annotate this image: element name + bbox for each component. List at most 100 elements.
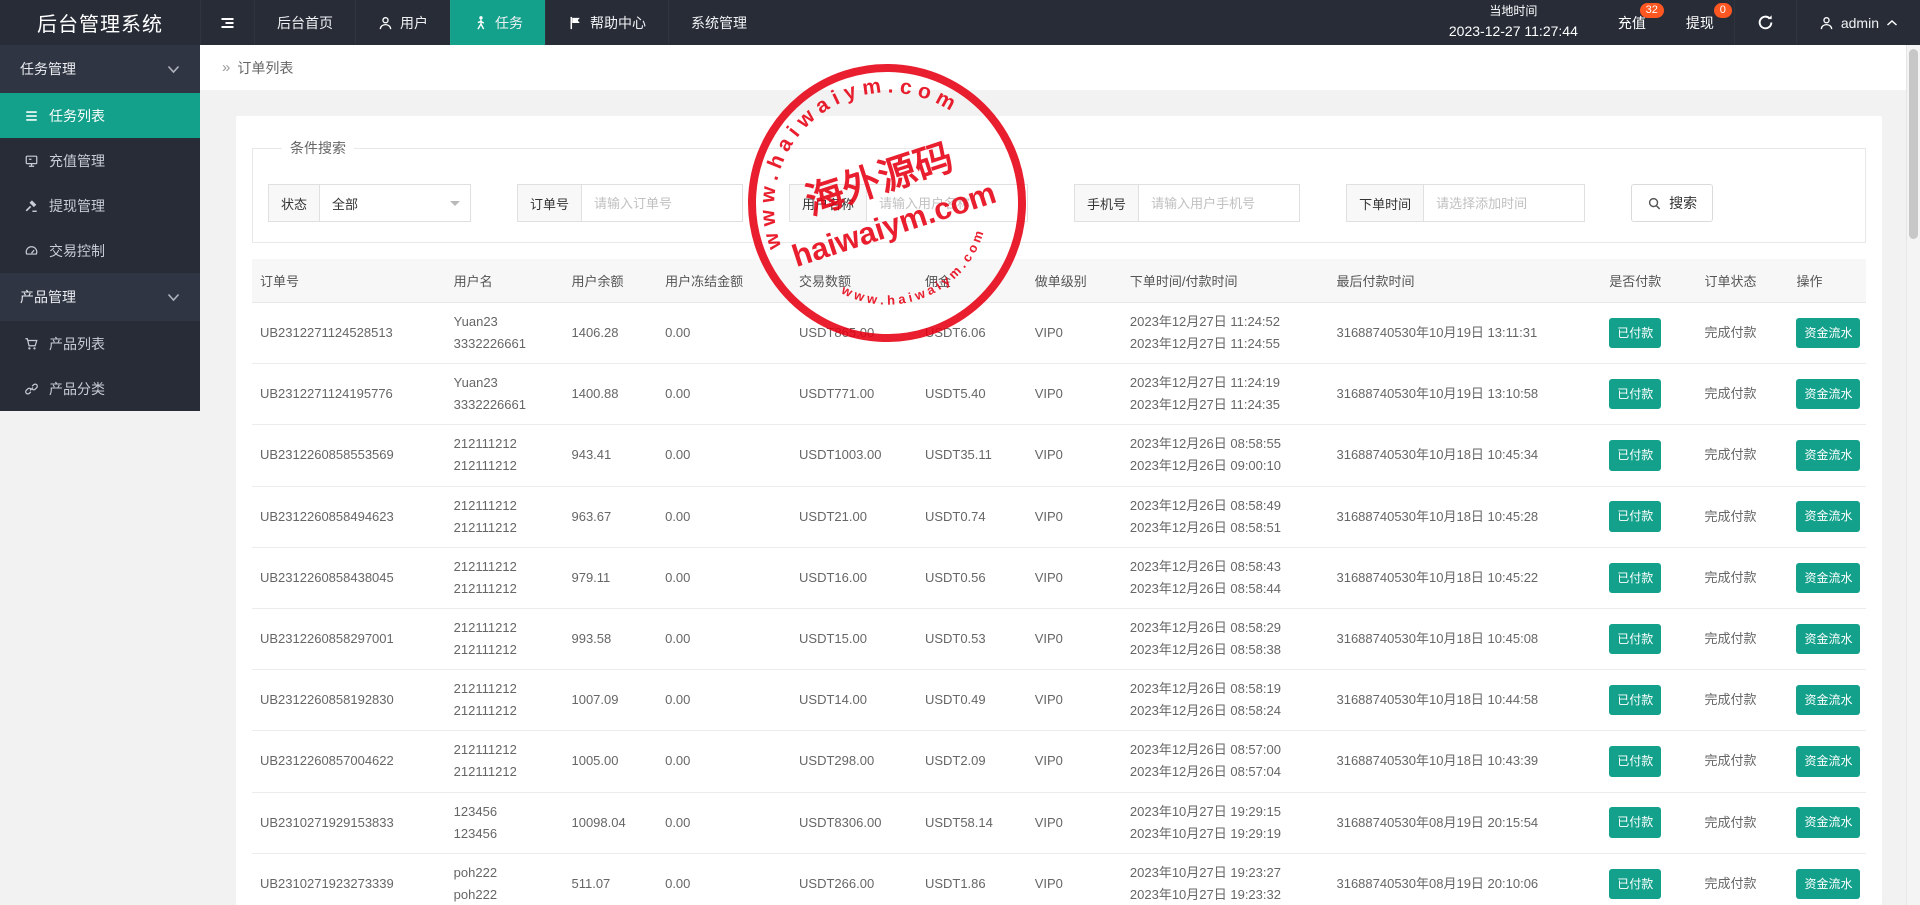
scrollbar-thumb[interactable] <box>1909 49 1918 239</box>
gavel-icon <box>24 199 39 213</box>
sidebar-item-task-list[interactable]: 任务列表 <box>0 93 200 138</box>
cell-action: 资金流水 <box>1788 302 1866 365</box>
select-caret-icon <box>450 201 461 211</box>
status-select[interactable]: 全部 <box>319 184 472 222</box>
cart-icon <box>24 337 39 351</box>
vertical-scrollbar[interactable] <box>1906 45 1920 905</box>
cell-frozen: 0.00 <box>657 424 792 487</box>
fund-flow-button[interactable]: 资金流水 <box>1796 868 1861 899</box>
recharge-button[interactable]: 充值 32 <box>1598 0 1666 45</box>
nav-item-users[interactable]: 用户 <box>355 0 450 45</box>
paid-badge[interactable]: 已付款 <box>1609 685 1662 716</box>
cell-level: VIP0 <box>1026 669 1122 732</box>
paid-badge[interactable]: 已付款 <box>1609 746 1662 777</box>
cell-level: VIP0 <box>1026 486 1122 548</box>
phone-input[interactable] <box>1138 184 1301 222</box>
admin-menu[interactable]: admin <box>1795 0 1920 45</box>
paid-badge[interactable]: 已付款 <box>1609 501 1662 532</box>
cell-username: poh222 poh222 <box>445 853 564 905</box>
username-line1: Yuan23 <box>453 375 498 391</box>
sidebar-item-withdraw-management[interactable]: 提现管理 <box>0 183 200 228</box>
fund-flow-button[interactable]: 资金流水 <box>1796 746 1861 777</box>
nav-item-help-center[interactable]: 帮助中心 <box>545 0 668 45</box>
paid-badge[interactable]: 已付款 <box>1609 562 1662 594</box>
cell-action: 资金流水 <box>1788 486 1866 548</box>
paid-badge[interactable]: 已付款 <box>1609 623 1662 655</box>
cell-level: VIP0 <box>1026 547 1122 609</box>
sidebar-toggle-button[interactable] <box>200 0 254 45</box>
search-button[interactable]: 搜索 <box>1631 184 1714 222</box>
sidebar-item-label: 充值管理 <box>49 152 105 169</box>
cell-balance: 1005.00 <box>563 730 658 793</box>
breadcrumb: » 订单列表 <box>200 45 1920 90</box>
order-time-line: 2023年12月26日 08:58:43 <box>1129 558 1281 574</box>
order-time-input[interactable] <box>1423 184 1586 222</box>
cell-amount: USDT865.00 <box>791 302 917 365</box>
cell-amount: USDT266.00 <box>791 853 917 905</box>
table-row: UB2312260858438045 212111212 212111212 9… <box>252 547 1866 609</box>
fund-flow-button[interactable]: 资金流水 <box>1796 317 1861 349</box>
order-time-line: 2023年12月26日 08:58:49 <box>1129 497 1281 513</box>
fund-flow-button[interactable]: 资金流水 <box>1796 562 1861 594</box>
sidebar-item-trade-control[interactable]: 交易控制 <box>0 228 200 273</box>
local-time-block: 当地时间 2023-12-27 11:27:44 <box>1429 0 1598 45</box>
fund-flow-button[interactable]: 资金流水 <box>1796 807 1861 838</box>
sidebar-group-label: 产品管理 <box>20 289 76 305</box>
sidebar-item-recharge-management[interactable]: 充值管理 <box>0 138 200 183</box>
nav-item-label: 系统管理 <box>691 14 747 31</box>
fund-flow-button[interactable]: 资金流水 <box>1796 623 1861 655</box>
cell-commission: USDT5.40 <box>916 363 1027 426</box>
sidebar-item-label: 提现管理 <box>49 197 105 214</box>
pay-time-line: 2023年12月26日 08:58:38 <box>1129 642 1281 658</box>
username-line1: poh222 <box>453 864 498 880</box>
cell-last-pay-time: 31688740530年08月19日 20:10:06 <box>1328 853 1602 905</box>
order-time-filter-group: 下单时间 <box>1346 184 1586 222</box>
sidebar-item-product-category[interactable]: 产品分类 <box>0 366 200 411</box>
cell-frozen: 0.00 <box>657 669 792 732</box>
pay-time-line: 2023年12月26日 08:57:04 <box>1129 764 1281 780</box>
order-no-input[interactable] <box>581 184 744 222</box>
cell-balance: 979.11 <box>563 547 658 609</box>
cell-username: Yuan23 3332226661 <box>445 302 564 365</box>
fund-flow-button[interactable]: 资金流水 <box>1796 379 1861 410</box>
username-input[interactable] <box>866 184 1029 222</box>
sidebar-group-task-management[interactable]: 任务管理 <box>0 45 200 93</box>
paid-badge[interactable]: 已付款 <box>1609 440 1662 471</box>
cell-paid: 已付款 <box>1601 486 1697 548</box>
nav-item-system[interactable]: 系统管理 <box>668 0 769 45</box>
order-time-line: 2023年12月26日 08:57:00 <box>1129 742 1281 758</box>
withdraw-label: 提现 <box>1685 14 1714 31</box>
sidebar-item-label: 交易控制 <box>49 242 105 259</box>
refresh-button[interactable] <box>1733 0 1796 45</box>
paid-badge[interactable]: 已付款 <box>1609 807 1662 838</box>
status-label: 状态 <box>268 184 320 222</box>
sidebar-item-product-list[interactable]: 产品列表 <box>0 321 200 366</box>
cell-order-no: UB2312260858192830 <box>252 669 446 732</box>
cell-paid: 已付款 <box>1601 424 1697 487</box>
paid-badge[interactable]: 已付款 <box>1609 868 1662 899</box>
fund-flow-button[interactable]: 资金流水 <box>1796 685 1861 716</box>
paid-badge[interactable]: 已付款 <box>1609 317 1662 349</box>
cell-status: 完成付款 <box>1696 547 1789 609</box>
cell-last-pay-time: 31688740530年10月18日 10:45:28 <box>1328 486 1602 548</box>
pay-time-line: 2023年12月26日 08:58:44 <box>1129 580 1281 596</box>
fund-flow-button[interactable]: 资金流水 <box>1796 501 1861 532</box>
cell-username: Yuan23 3332226661 <box>445 363 564 426</box>
cell-frozen: 0.00 <box>657 853 792 905</box>
phone-filter-group: 手机号 <box>1074 184 1301 222</box>
fund-flow-button[interactable]: 资金流水 <box>1796 440 1861 471</box>
nav-item-tasks[interactable]: 任务 <box>450 0 545 45</box>
cell-status: 完成付款 <box>1696 363 1789 426</box>
cell-balance: 1400.88 <box>563 363 658 426</box>
sidebar-group-product-management[interactable]: 产品管理 <box>0 273 200 321</box>
cell-order-no: UB2310271923273339 <box>252 853 446 905</box>
paid-badge[interactable]: 已付款 <box>1609 379 1662 410</box>
order-time-line: 2023年10月27日 19:23:27 <box>1129 864 1281 880</box>
cell-action: 资金流水 <box>1788 669 1866 732</box>
cell-commission: USDT0.49 <box>916 669 1027 732</box>
sidebar-item-label: 任务列表 <box>49 107 105 124</box>
cell-order-no: UB2312260858438045 <box>252 547 446 609</box>
withdraw-button[interactable]: 提现 0 <box>1666 0 1734 45</box>
chevron-down-icon <box>167 65 180 74</box>
nav-item-home[interactable]: 后台首页 <box>254 0 355 45</box>
